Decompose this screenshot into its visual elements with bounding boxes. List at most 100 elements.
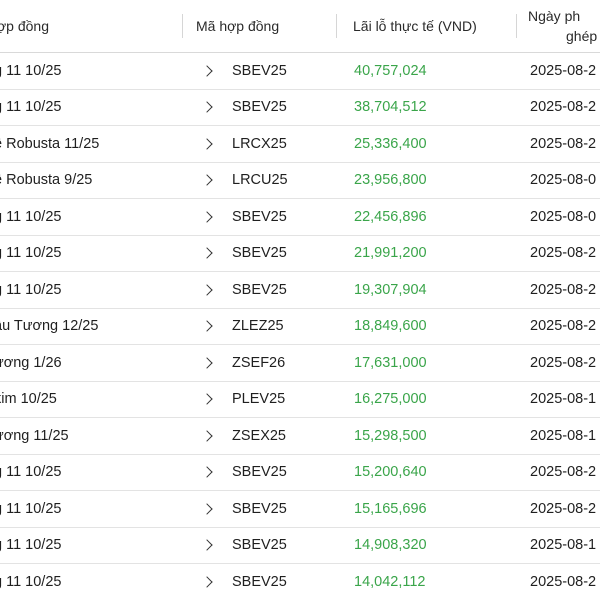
chevron-right-icon[interactable] [200, 199, 214, 235]
row-date: 2025-08-0 [530, 208, 597, 225]
chevron-right-icon[interactable] [200, 382, 214, 418]
row-contract-name: g 11 10/25 [0, 62, 62, 79]
row-realized-pnl: 15,298,500 [354, 427, 427, 444]
table-row[interactable]: g 11 10/25 SBEV25 40,757,024 2025-08-2 [0, 53, 600, 90]
table-row[interactable]: g 11 10/25 SBEV25 19,307,904 2025-08-2 [0, 272, 600, 309]
row-contract-name: ê Robusta 9/25 [0, 172, 93, 189]
row-contract-name: g 11 10/25 [0, 245, 62, 262]
row-contract-name: kim 10/25 [0, 391, 57, 408]
table-row[interactable]: ê Robusta 9/25 LRCU25 23,956,800 2025-08-0 [0, 162, 600, 199]
pnl-table: ợp đồng Mã hợp đồng Lãi lỗ thực tế (VND)… [0, 0, 600, 600]
row-contract-code: SBEV25 [232, 99, 287, 116]
row-realized-pnl: 18,849,600 [354, 318, 427, 335]
table-row[interactable]: g 11 10/25 SBEV25 22,456,896 2025-08-0 [0, 199, 600, 236]
row-contract-name: g 11 10/25 [0, 208, 62, 225]
table-row[interactable]: g 11 10/25 SBEV25 38,704,512 2025-08-2 [0, 89, 600, 126]
row-realized-pnl: 23,956,800 [354, 172, 427, 189]
row-contract-code: ZSEF26 [232, 354, 286, 371]
chevron-right-icon[interactable] [200, 528, 214, 564]
table-row[interactable]: g 11 10/25 SBEV25 14,908,320 2025-08-1 [0, 527, 600, 564]
row-contract-code: SBEV25 [232, 464, 287, 481]
row-realized-pnl: 38,704,512 [354, 99, 427, 116]
row-date: 2025-08-1 [530, 537, 597, 554]
row-date: 2025-08-2 [530, 99, 597, 116]
row-realized-pnl: 17,631,000 [354, 354, 427, 371]
chevron-right-icon[interactable] [200, 491, 214, 527]
row-date: 2025-08-1 [530, 427, 597, 444]
row-contract-name: g 11 10/25 [0, 281, 62, 298]
row-date: 2025-08-2 [530, 573, 597, 590]
table-row[interactable]: ương 1/26 ZSEF26 17,631,000 2025-08-2 [0, 345, 600, 382]
pnl-table-viewport: ợp đồng Mã hợp đồng Lãi lỗ thực tế (VND)… [0, 0, 600, 600]
row-contract-name: ương 1/26 [0, 354, 62, 371]
chevron-right-icon[interactable] [200, 53, 214, 89]
header-date[interactable]: Ngày ph ghép [528, 0, 597, 52]
row-realized-pnl: 14,908,320 [354, 537, 427, 554]
chevron-right-icon[interactable] [200, 418, 214, 454]
header-divider[interactable] [182, 14, 183, 38]
chevron-right-icon[interactable] [200, 564, 214, 600]
row-contract-code: ZLEZ25 [232, 318, 284, 335]
header-contract-name[interactable]: ợp đồng [0, 0, 49, 52]
table-row[interactable]: g 11 10/25 SBEV25 15,165,696 2025-08-2 [0, 491, 600, 528]
table-row[interactable]: ê Robusta 11/25 LRCX25 25,336,400 2025-08-2 [0, 126, 600, 163]
row-realized-pnl: 14,042,112 [354, 573, 426, 590]
row-realized-pnl: 40,757,024 [354, 62, 427, 79]
row-realized-pnl: 22,456,896 [354, 208, 427, 225]
row-contract-code: SBEV25 [232, 281, 287, 298]
row-date: 2025-08-0 [530, 172, 597, 189]
row-contract-code: SBEV25 [232, 208, 287, 225]
chevron-right-icon[interactable] [200, 272, 214, 308]
header-realized-pnl[interactable]: Lãi lỗ thực tế (VND) [353, 0, 477, 52]
row-contract-code: ZSEX25 [232, 427, 286, 444]
table-row[interactable]: g 11 10/25 SBEV25 14,042,112 2025-08-2 [0, 564, 600, 600]
row-realized-pnl: 21,991,200 [354, 245, 427, 262]
row-contract-code: SBEV25 [232, 573, 287, 590]
row-date: 2025-08-2 [530, 464, 597, 481]
table-row[interactable]: ương 11/25 ZSEX25 15,298,500 2025-08-1 [0, 418, 600, 455]
chevron-right-icon[interactable] [200, 163, 214, 199]
chevron-right-icon[interactable] [200, 236, 214, 272]
table-row[interactable]: g 11 10/25 SBEV25 15,200,640 2025-08-2 [0, 454, 600, 491]
row-contract-name: g 11 10/25 [0, 573, 62, 590]
row-date: 2025-08-2 [530, 62, 597, 79]
chevron-right-icon[interactable] [200, 309, 214, 345]
row-contract-name: ê Robusta 11/25 [0, 135, 100, 152]
row-date: 2025-08-2 [530, 354, 597, 371]
row-realized-pnl: 25,336,400 [354, 135, 427, 152]
table-row[interactable]: g 11 10/25 SBEV25 21,991,200 2025-08-2 [0, 235, 600, 272]
row-realized-pnl: 19,307,904 [354, 281, 427, 298]
row-realized-pnl: 15,200,640 [354, 464, 427, 481]
chevron-right-icon[interactable] [200, 90, 214, 126]
header-date-line2: ghép [566, 28, 598, 44]
row-realized-pnl: 15,165,696 [354, 500, 427, 517]
row-date: 2025-08-2 [530, 318, 597, 335]
row-contract-name: g 11 10/25 [0, 464, 62, 481]
row-realized-pnl: 16,275,000 [354, 391, 427, 408]
row-contract-code: LRCU25 [232, 172, 288, 189]
header-divider[interactable] [516, 14, 517, 38]
row-date: 2025-08-2 [530, 135, 597, 152]
row-contract-name: g 11 10/25 [0, 99, 62, 116]
row-contract-code: SBEV25 [232, 62, 287, 79]
row-contract-code: LRCX25 [232, 135, 287, 152]
row-contract-code: SBEV25 [232, 245, 287, 262]
chevron-right-icon[interactable] [200, 126, 214, 162]
row-contract-name: g 11 10/25 [0, 500, 62, 517]
header-divider[interactable] [336, 14, 337, 38]
table-body: g 11 10/25 SBEV25 40,757,024 2025-08-2 g 11 … [0, 53, 600, 600]
row-contract-code: SBEV25 [232, 537, 287, 554]
header-contract-code[interactable]: Mã hợp đồng [196, 0, 279, 52]
chevron-right-icon[interactable] [200, 455, 214, 491]
row-date: 2025-08-2 [530, 281, 597, 298]
table-row[interactable]: kim 10/25 PLEV25 16,275,000 2025-08-1 [0, 381, 600, 418]
row-date: 2025-08-2 [530, 245, 597, 262]
row-date: 2025-08-1 [530, 391, 597, 408]
chevron-right-icon[interactable] [200, 345, 214, 381]
header-date-line1: Ngày ph [528, 8, 581, 24]
row-contract-name: ương 11/25 [0, 427, 69, 444]
table-header: ợp đồng Mã hợp đồng Lãi lỗ thực tế (VND)… [0, 0, 600, 53]
row-date: 2025-08-2 [530, 500, 597, 517]
table-row[interactable]: ậu Tương 12/25 ZLEZ25 18,849,600 2025-08-2 [0, 308, 600, 345]
row-contract-code: SBEV25 [232, 500, 287, 517]
